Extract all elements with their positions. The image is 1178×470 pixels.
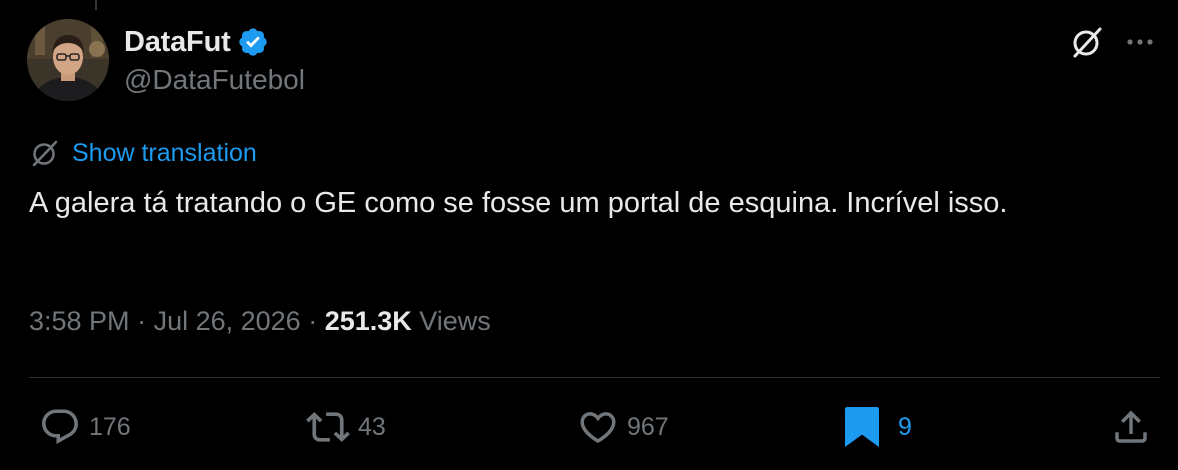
more-icon [1127,39,1153,45]
bookmark-count: 9 [898,412,912,441]
translate-icon [32,140,58,167]
views-label[interactable]: Views [412,306,491,336]
thread-connector-line [95,0,97,10]
action-bar: 176 43 967 9 [0,402,1178,452]
reply-button[interactable]: 176 [39,402,131,452]
like-count: 967 [627,412,669,441]
retweet-button[interactable]: 43 [306,402,386,452]
meta-separator: · [300,306,325,336]
reply-count: 176 [89,412,131,441]
verified-badge-icon [237,26,269,58]
meta-separator: · [129,306,154,336]
reply-icon [42,409,78,444]
tweet-date[interactable]: Jul 26, 2026 [154,306,301,336]
retweet-count: 43 [358,412,386,441]
bookmark-button[interactable]: 9 [844,402,912,452]
divider [29,377,1160,378]
author-handle[interactable]: @DataFutebol [124,64,305,96]
tweet-time[interactable]: 3:58 PM [29,306,130,336]
share-button[interactable] [1110,402,1152,452]
like-button[interactable]: 967 [577,402,669,452]
author-display-name[interactable]: DataFut [124,26,231,59]
grok-icon [1073,27,1102,58]
share-icon [1115,410,1147,443]
show-translation-label[interactable]: Show translation [72,139,257,168]
grok-button[interactable] [1067,22,1107,62]
author-name-row[interactable]: DataFut [124,24,269,60]
avatar[interactable] [27,19,109,101]
tweet-text: A galera tá tratando o GE como se fosse … [29,187,1008,219]
avatar-image [27,19,109,101]
heart-icon [580,412,616,444]
show-translation-link[interactable]: Show translation [29,135,257,171]
more-options-button[interactable] [1120,22,1160,62]
bookmark-icon [845,407,879,447]
views-count[interactable]: 251.3K [325,306,412,336]
tweet-meta: 3:58 PM · Jul 26, 2026 · 251.3K Views [29,306,491,337]
retweet-icon [306,412,350,442]
